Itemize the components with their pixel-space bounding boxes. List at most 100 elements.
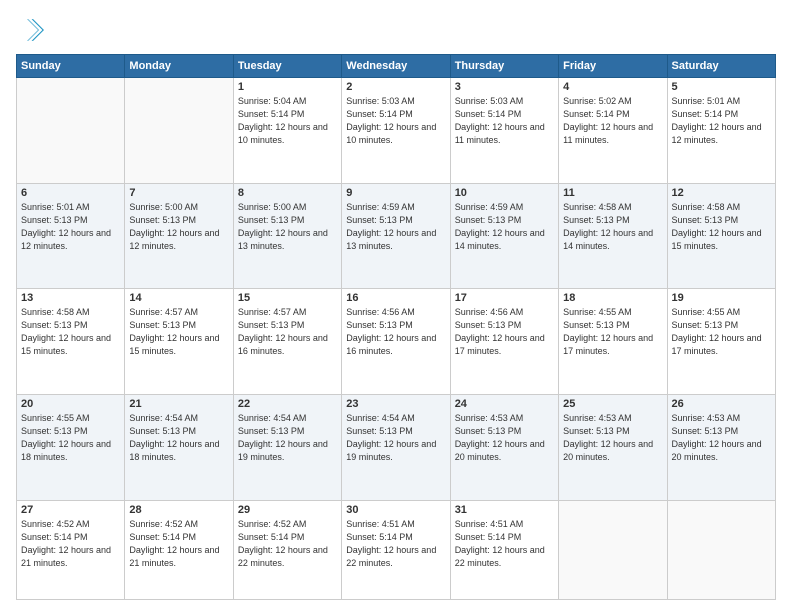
calendar-cell: 23 Sunrise: 4:54 AM Sunset: 5:13 PM Dayli… bbox=[342, 394, 450, 500]
day-info: Sunrise: 5:04 AM Sunset: 5:14 PM Dayligh… bbox=[238, 95, 337, 147]
day-number: 22 bbox=[238, 398, 337, 410]
day-number: 2 bbox=[346, 81, 445, 93]
calendar-cell: 30Sunrise: 4:51 AM Sunset: 5:14 PM Dayli… bbox=[342, 500, 450, 599]
calendar-cell: 11 Sunrise: 4:58 AM Sunset: 5:13 PM Dayli… bbox=[559, 183, 667, 289]
day-number: 23 bbox=[346, 398, 445, 410]
calendar-week-row: 13 Sunrise: 4:58 AM Sunset: 5:13 PM Dayli… bbox=[17, 289, 776, 395]
day-number: 7 bbox=[129, 187, 228, 199]
day-number: 17 bbox=[455, 292, 554, 304]
day-info: Sunrise: 5:00 AM Sunset: 5:13 PM Dayligh… bbox=[129, 201, 228, 253]
day-info: Sunrise: 4:56 AM Sunset: 5:13 PM Dayligh… bbox=[455, 306, 554, 358]
calendar-cell: 26Sunrise: 4:53 AM Sunset: 5:13 PM Dayli… bbox=[667, 394, 775, 500]
day-info: Sunrise: 4:59 AM Sunset: 5:13 PM Dayligh… bbox=[455, 201, 554, 253]
day-number: 21 bbox=[129, 398, 228, 410]
day-number: 3 bbox=[455, 81, 554, 93]
day-info: Sunrise: 4:52 AM Sunset: 5:14 PM Dayligh… bbox=[129, 518, 228, 570]
day-number: 24 bbox=[455, 398, 554, 410]
day-number: 11 bbox=[563, 187, 662, 199]
calendar-table: SundayMondayTuesdayWednesdayThursdayFrid… bbox=[16, 54, 776, 600]
calendar-cell: 14 Sunrise: 4:57 AM Sunset: 5:13 PM Dayli… bbox=[125, 289, 233, 395]
day-number: 8 bbox=[238, 187, 337, 199]
calendar-cell: 15Sunrise: 4:57 AM Sunset: 5:13 PM Dayli… bbox=[233, 289, 341, 395]
calendar-cell: 19 Sunrise: 4:55 AM Sunset: 5:13 PM Dayli… bbox=[667, 289, 775, 395]
calendar-cell: 6Sunrise: 5:01 AM Sunset: 5:13 PM Daylig… bbox=[17, 183, 125, 289]
calendar-cell bbox=[125, 78, 233, 184]
day-info: Sunrise: 4:54 AM Sunset: 5:13 PM Dayligh… bbox=[346, 412, 445, 464]
day-info: Sunrise: 4:53 AM Sunset: 5:13 PM Dayligh… bbox=[455, 412, 554, 464]
calendar-cell: 3 Sunrise: 5:03 AM Sunset: 5:14 PM Daylig… bbox=[450, 78, 558, 184]
header bbox=[16, 16, 776, 44]
day-number: 28 bbox=[129, 504, 228, 516]
day-info: Sunrise: 5:02 AM Sunset: 5:14 PM Dayligh… bbox=[563, 95, 662, 147]
day-number: 16 bbox=[346, 292, 445, 304]
day-info: Sunrise: 4:52 AM Sunset: 5:14 PM Dayligh… bbox=[21, 518, 120, 570]
calendar-week-row: 6Sunrise: 5:01 AM Sunset: 5:13 PM Daylig… bbox=[17, 183, 776, 289]
calendar-week-row: 27 Sunrise: 4:52 AM Sunset: 5:14 PM Dayli… bbox=[17, 500, 776, 599]
weekday-header: Sunday bbox=[17, 55, 125, 78]
day-number: 14 bbox=[129, 292, 228, 304]
calendar-cell bbox=[17, 78, 125, 184]
calendar-cell: 13 Sunrise: 4:58 AM Sunset: 5:13 PM Dayli… bbox=[17, 289, 125, 395]
day-number: 15 bbox=[238, 292, 337, 304]
day-info: Sunrise: 4:54 AM Sunset: 5:13 PM Dayligh… bbox=[238, 412, 337, 464]
calendar-cell: 9 Sunrise: 4:59 AM Sunset: 5:13 PM Daylig… bbox=[342, 183, 450, 289]
calendar-body: 1Sunrise: 5:04 AM Sunset: 5:14 PM Daylig… bbox=[17, 78, 776, 600]
day-number: 9 bbox=[346, 187, 445, 199]
logo-icon bbox=[16, 16, 44, 44]
calendar-week-row: 20 Sunrise: 4:55 AM Sunset: 5:13 PM Dayli… bbox=[17, 394, 776, 500]
calendar-cell: 24 Sunrise: 4:53 AM Sunset: 5:13 PM Dayli… bbox=[450, 394, 558, 500]
day-info: Sunrise: 4:58 AM Sunset: 5:13 PM Dayligh… bbox=[563, 201, 662, 253]
day-info: Sunrise: 4:59 AM Sunset: 5:13 PM Dayligh… bbox=[346, 201, 445, 253]
day-info: Sunrise: 4:58 AM Sunset: 5:13 PM Dayligh… bbox=[672, 201, 771, 253]
calendar-cell: 8 Sunrise: 5:00 AM Sunset: 5:13 PM Daylig… bbox=[233, 183, 341, 289]
day-number: 25 bbox=[563, 398, 662, 410]
calendar-cell: 7 Sunrise: 5:00 AM Sunset: 5:13 PM Daylig… bbox=[125, 183, 233, 289]
weekday-header: Monday bbox=[125, 55, 233, 78]
day-number: 13 bbox=[21, 292, 120, 304]
calendar-week-row: 1Sunrise: 5:04 AM Sunset: 5:14 PM Daylig… bbox=[17, 78, 776, 184]
day-info: Sunrise: 5:01 AM Sunset: 5:13 PM Dayligh… bbox=[21, 201, 120, 253]
calendar-cell: 27 Sunrise: 4:52 AM Sunset: 5:14 PM Dayli… bbox=[17, 500, 125, 599]
calendar-cell: 17 Sunrise: 4:56 AM Sunset: 5:13 PM Dayli… bbox=[450, 289, 558, 395]
calendar-header-row: SundayMondayTuesdayWednesdayThursdayFrid… bbox=[17, 55, 776, 78]
day-number: 5 bbox=[672, 81, 771, 93]
day-info: Sunrise: 4:55 AM Sunset: 5:13 PM Dayligh… bbox=[21, 412, 120, 464]
page: SundayMondayTuesdayWednesdayThursdayFrid… bbox=[0, 0, 792, 612]
day-number: 30 bbox=[346, 504, 445, 516]
day-info: Sunrise: 5:03 AM Sunset: 5:14 PM Dayligh… bbox=[346, 95, 445, 147]
day-info: Sunrise: 4:52 AM Sunset: 5:14 PM Dayligh… bbox=[238, 518, 337, 570]
day-info: Sunrise: 5:03 AM Sunset: 5:14 PM Dayligh… bbox=[455, 95, 554, 147]
calendar-cell: 1Sunrise: 5:04 AM Sunset: 5:14 PM Daylig… bbox=[233, 78, 341, 184]
calendar-cell: 31 Sunrise: 4:51 AM Sunset: 5:14 PM Dayli… bbox=[450, 500, 558, 599]
day-number: 20 bbox=[21, 398, 120, 410]
calendar-cell: 29Sunrise: 4:52 AM Sunset: 5:14 PM Dayli… bbox=[233, 500, 341, 599]
day-number: 4 bbox=[563, 81, 662, 93]
calendar-cell: 12 Sunrise: 4:58 AM Sunset: 5:13 PM Dayli… bbox=[667, 183, 775, 289]
calendar-cell: 28 Sunrise: 4:52 AM Sunset: 5:14 PM Dayli… bbox=[125, 500, 233, 599]
day-info: Sunrise: 4:58 AM Sunset: 5:13 PM Dayligh… bbox=[21, 306, 120, 358]
day-info: Sunrise: 4:57 AM Sunset: 5:13 PM Dayligh… bbox=[129, 306, 228, 358]
day-number: 19 bbox=[672, 292, 771, 304]
day-info: Sunrise: 4:55 AM Sunset: 5:13 PM Dayligh… bbox=[563, 306, 662, 358]
calendar-cell: 22 Sunrise: 4:54 AM Sunset: 5:13 PM Dayli… bbox=[233, 394, 341, 500]
day-info: Sunrise: 4:56 AM Sunset: 5:13 PM Dayligh… bbox=[346, 306, 445, 358]
logo bbox=[16, 16, 48, 44]
calendar-cell: 18Sunrise: 4:55 AM Sunset: 5:13 PM Dayli… bbox=[559, 289, 667, 395]
weekday-header: Wednesday bbox=[342, 55, 450, 78]
day-info: Sunrise: 5:01 AM Sunset: 5:14 PM Dayligh… bbox=[672, 95, 771, 147]
calendar-cell: 25 Sunrise: 4:53 AM Sunset: 5:13 PM Dayli… bbox=[559, 394, 667, 500]
day-info: Sunrise: 4:51 AM Sunset: 5:14 PM Dayligh… bbox=[455, 518, 554, 570]
day-info: Sunrise: 5:00 AM Sunset: 5:13 PM Dayligh… bbox=[238, 201, 337, 253]
weekday-header: Tuesday bbox=[233, 55, 341, 78]
calendar-cell: 20 Sunrise: 4:55 AM Sunset: 5:13 PM Dayli… bbox=[17, 394, 125, 500]
calendar-cell: 10 Sunrise: 4:59 AM Sunset: 5:13 PM Dayli… bbox=[450, 183, 558, 289]
day-number: 31 bbox=[455, 504, 554, 516]
day-info: Sunrise: 4:54 AM Sunset: 5:13 PM Dayligh… bbox=[129, 412, 228, 464]
day-number: 10 bbox=[455, 187, 554, 199]
day-info: Sunrise: 4:53 AM Sunset: 5:13 PM Dayligh… bbox=[563, 412, 662, 464]
weekday-header: Thursday bbox=[450, 55, 558, 78]
day-number: 27 bbox=[21, 504, 120, 516]
day-number: 26 bbox=[672, 398, 771, 410]
day-info: Sunrise: 4:55 AM Sunset: 5:13 PM Dayligh… bbox=[672, 306, 771, 358]
day-number: 12 bbox=[672, 187, 771, 199]
